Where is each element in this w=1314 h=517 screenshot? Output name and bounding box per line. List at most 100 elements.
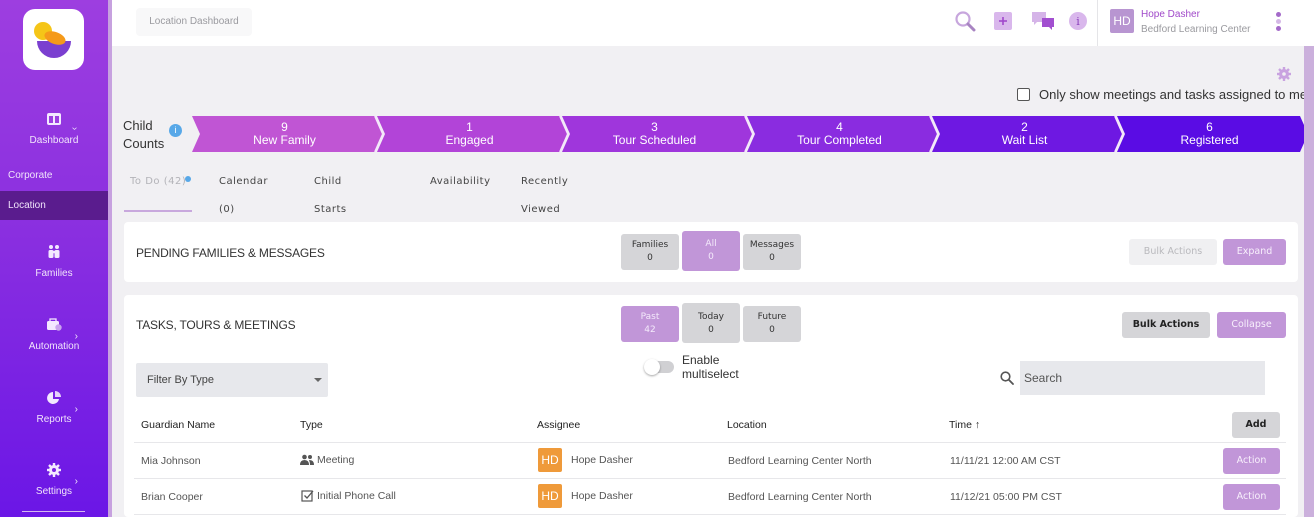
tab-child-starts[interactable]: Child Starts (0): [314, 168, 347, 243]
stage-label: Wait List: [1001, 133, 1048, 147]
pending-families-card: PENDING FAMILIES & MESSAGES Families 0 Al…: [124, 222, 1298, 282]
svg-text:i: i: [1076, 15, 1080, 28]
tab-todo[interactable]: To Do (42): [124, 168, 192, 212]
multiselect-label: Enable multiselect: [682, 353, 739, 381]
dashboard-icon: [47, 113, 61, 125]
cell-guardian[interactable]: Brian Cooper: [141, 491, 203, 503]
segment-label: Past: [640, 312, 660, 322]
segment-count: 0: [769, 325, 775, 335]
info-icon[interactable]: i: [169, 124, 182, 137]
top-bar: Location Dashboard i HD Hope Dasher Bedf…: [112, 0, 1314, 46]
add-button[interactable]: Add: [1232, 412, 1280, 438]
segment-label: Families: [631, 240, 669, 250]
chat-icon[interactable]: [1031, 11, 1056, 31]
action-button[interactable]: Action: [1223, 484, 1280, 510]
families-icon: [48, 245, 60, 258]
caret-down-icon: [314, 378, 322, 382]
segment-families[interactable]: Families 0: [621, 234, 679, 270]
stage-new-family[interactable]: 9 New Family: [192, 116, 385, 152]
checkbox-icon: [301, 490, 314, 502]
add-icon[interactable]: [994, 12, 1012, 30]
bulk-actions-button[interactable]: Bulk Actions: [1122, 312, 1210, 338]
tab-calendar[interactable]: Calendar (0): [219, 168, 268, 215]
cell-guardian[interactable]: Mia Johnson: [141, 455, 201, 467]
tasks-card: TASKS, TOURS & MEETINGS Past 42 Today 0 Fu…: [124, 295, 1298, 517]
segment-label: Future: [757, 312, 787, 322]
stage-label: Engaged: [445, 133, 494, 147]
divider: [134, 442, 1286, 443]
toggle-knob: [644, 359, 660, 375]
app-logo[interactable]: [23, 9, 84, 70]
sidebar-divider: [22, 511, 85, 512]
user-location: Bedford Learning Center: [1141, 24, 1251, 35]
cell-assignee: Hope Dasher: [571, 454, 633, 466]
child-counts-line2: Counts: [123, 136, 165, 151]
stage-label: Tour Scheduled: [612, 133, 697, 147]
stage-engaged[interactable]: 1 Engaged: [377, 116, 570, 152]
expand-button[interactable]: Expand: [1223, 239, 1286, 265]
card-title: PENDING FAMILIES & MESSAGES: [136, 246, 325, 260]
action-button[interactable]: Action: [1223, 448, 1280, 474]
info-icon[interactable]: i: [1069, 12, 1087, 30]
child-counts-line1: Child: [123, 118, 153, 133]
sidebar-subitem-location[interactable]: Location: [0, 191, 108, 220]
cell-time: 11/12/21 05:00 PM CST: [950, 491, 1062, 503]
assigned-to-me-checkbox[interactable]: Only show meetings and tasks assigned to…: [1017, 87, 1307, 102]
column-header-guardian[interactable]: Guardian Name: [141, 419, 215, 431]
more-menu-icon[interactable]: [1274, 12, 1282, 34]
settings-gear-icon[interactable]: [1276, 66, 1292, 82]
sidebar-item-settings[interactable]: › Settings: [0, 462, 108, 497]
sidebar-item-reports[interactable]: › Reports: [0, 390, 108, 425]
divider: [134, 514, 1286, 515]
people-icon: [300, 454, 314, 465]
card-title: TASKS, TOURS & MEETINGS: [136, 318, 296, 332]
scrollbar[interactable]: [1304, 46, 1314, 517]
stage-label: Tour Completed: [797, 133, 882, 147]
segment-today[interactable]: Today 0: [682, 303, 740, 343]
stage-tour-scheduled[interactable]: 3 Tour Scheduled: [562, 116, 755, 152]
sidebar-item-label: Families: [35, 268, 73, 279]
sidebar-item-dashboard[interactable]: › Dashboard: [0, 111, 108, 146]
sidebar-item-label: Dashboard: [29, 135, 79, 146]
tab-availability[interactable]: Availability: [430, 168, 491, 212]
cell-type: Initial Phone Call: [317, 490, 396, 502]
sidebar-item-label: Settings: [35, 486, 73, 497]
filter-by-type-dropdown[interactable]: Filter By Type: [136, 363, 328, 397]
segment-label: Messages: [749, 240, 795, 250]
search-input[interactable]: [1020, 361, 1265, 395]
segment-all[interactable]: All 0: [682, 231, 740, 271]
segment-future[interactable]: Future 0: [743, 306, 801, 342]
column-header-assignee[interactable]: Assignee: [537, 419, 580, 431]
column-header-location[interactable]: Location: [727, 419, 767, 431]
divider: [1097, 0, 1098, 46]
sidebar-item-label: Reports: [36, 414, 72, 425]
chevron-right-icon: ›: [74, 476, 78, 487]
segment-count: 0: [769, 253, 775, 263]
collapse-button[interactable]: Collapse: [1217, 312, 1286, 338]
gear-icon: [47, 463, 61, 477]
tab-recently-viewed[interactable]: Recently Viewed: [521, 168, 568, 215]
stage-registered[interactable]: 6 Registered: [1117, 116, 1308, 152]
user-avatar[interactable]: HD: [1110, 9, 1134, 33]
sidebar-item-families[interactable]: Families: [0, 244, 108, 279]
stage-tour-completed[interactable]: 4 Tour Completed: [747, 116, 940, 152]
cell-time: 11/11/21 12:00 AM CST: [950, 455, 1061, 467]
search-icon[interactable]: [954, 10, 976, 32]
segment-label: All: [705, 239, 717, 249]
column-header-time[interactable]: Time ↑: [949, 419, 980, 431]
stage-wait-list[interactable]: 2 Wait List: [932, 116, 1125, 152]
breadcrumb[interactable]: Location Dashboard: [136, 8, 252, 36]
checkbox[interactable]: [1017, 88, 1030, 101]
segment-count: 0: [647, 253, 653, 263]
cell-type: Meeting: [317, 454, 355, 466]
segment-past[interactable]: Past 42: [621, 306, 679, 342]
segment-count: 0: [708, 325, 714, 335]
bulk-actions-button[interactable]: Bulk Actions: [1129, 239, 1217, 265]
briefcase-icon: [47, 318, 62, 331]
divider: [134, 478, 1286, 479]
column-header-type[interactable]: Type: [300, 419, 323, 431]
sidebar-item-automation[interactable]: › Automation: [0, 317, 108, 352]
multiselect-toggle[interactable]: [644, 359, 674, 375]
sidebar-subitem-corporate[interactable]: Corporate: [0, 161, 108, 190]
segment-messages[interactable]: Messages 0: [743, 234, 801, 270]
